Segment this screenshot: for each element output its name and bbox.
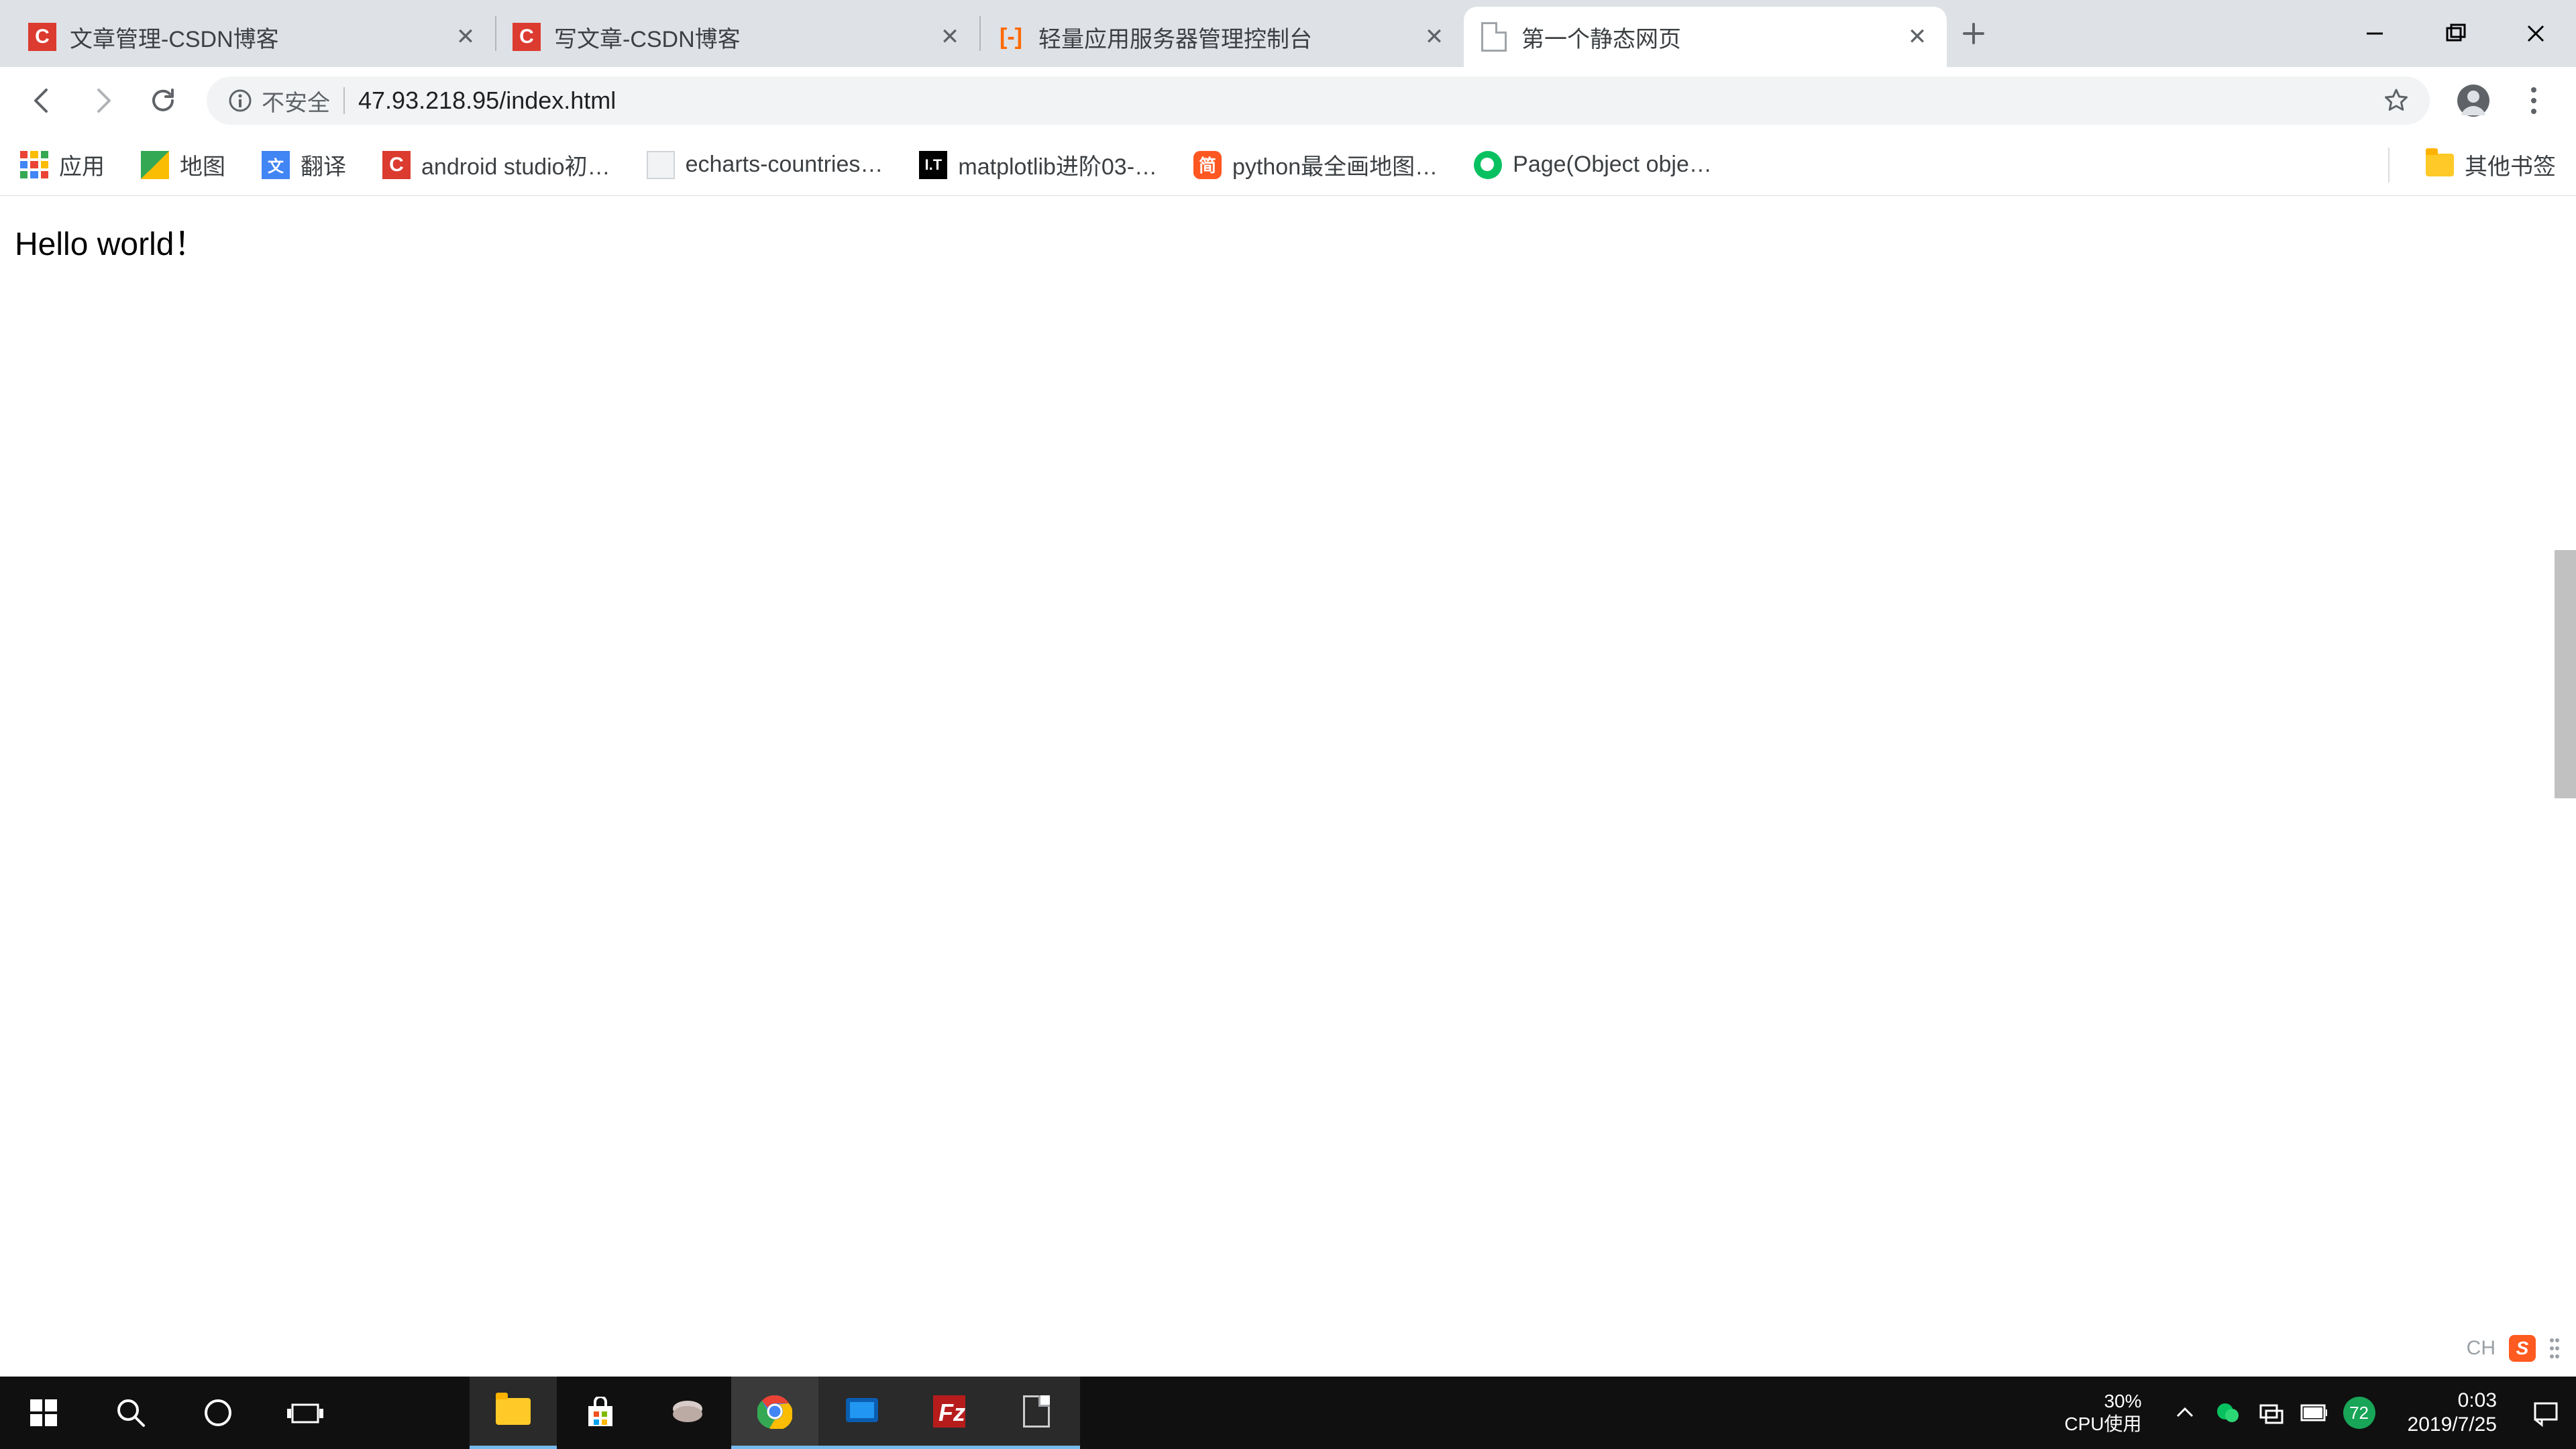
page-body-text: Hello world！ xyxy=(15,227,206,262)
close-icon[interactable]: ✕ xyxy=(452,23,479,50)
csdn-icon: C xyxy=(382,151,411,179)
bookmark-divider xyxy=(2388,148,2390,182)
omnibox-separator xyxy=(343,87,345,114)
csdn-icon: C xyxy=(513,23,541,51)
tab-title: 轻量应用服务器管理控制台 xyxy=(1038,21,1414,54)
start-button[interactable] xyxy=(0,1377,87,1449)
taskbar-app-filezilla[interactable]: Fz xyxy=(906,1377,993,1449)
taskbar-app-notepad[interactable] xyxy=(993,1377,1080,1449)
action-center-button[interactable] xyxy=(2516,1398,2576,1428)
close-window-button[interactable] xyxy=(2496,7,2576,60)
bookmark-item[interactable]: I.T matplotlib进阶03-… xyxy=(919,148,1157,181)
svg-text:Fz: Fz xyxy=(938,1399,965,1426)
bookmark-label: 其他书签 xyxy=(2465,148,2556,181)
page-viewport: Hello world！ xyxy=(0,196,2576,286)
system-tray: 72 xyxy=(2158,1397,2389,1429)
wechat-tray-icon[interactable] xyxy=(2214,1399,2241,1426)
close-icon[interactable]: ✕ xyxy=(1904,23,1931,50)
bookmark-label: Page(Object obje… xyxy=(1513,152,1712,178)
clock-time: 0:03 xyxy=(2408,1389,2497,1413)
window-controls xyxy=(2334,7,2576,60)
browser-tab-strip: C 文章管理-CSDN博客 ✕ C 写文章-CSDN博客 ✕ [-] 轻量应用服… xyxy=(0,0,2576,67)
close-icon[interactable]: ✕ xyxy=(1421,23,1448,50)
taskbar-app-store[interactable] xyxy=(557,1377,644,1449)
folder-icon xyxy=(2426,151,2454,179)
tab-title: 文章管理-CSDN博客 xyxy=(70,21,445,54)
taskbar-app-chrome[interactable] xyxy=(731,1377,818,1449)
temperature-badge[interactable]: 72 xyxy=(2343,1397,2375,1429)
aliyun-icon: [-] xyxy=(997,23,1025,51)
tab-title: 第一个静态网页 xyxy=(1521,21,1897,54)
cpu-percent: 30% xyxy=(2064,1390,2141,1413)
jianshu-icon: 简 xyxy=(1193,151,1222,179)
bookmark-item[interactable]: 简 python最全画地图… xyxy=(1193,148,1438,181)
bookmark-other[interactable]: 其他书签 xyxy=(2426,148,2556,181)
browser-tab-active[interactable]: 第一个静态网页 ✕ xyxy=(1464,7,1947,67)
maximize-button[interactable] xyxy=(2415,7,2496,60)
network-icon[interactable] xyxy=(2257,1399,2284,1426)
bookmarks-bar: 应用 地图 文 翻译 C android studio初… echarts-co… xyxy=(0,134,2576,196)
bookmark-item[interactable]: C android studio初… xyxy=(382,148,610,181)
tray-chevron-up-icon[interactable] xyxy=(2171,1399,2198,1426)
bookmark-maps[interactable]: 地图 xyxy=(141,148,225,181)
bookmark-label: python最全画地图… xyxy=(1232,148,1438,181)
taskbar-app-explorer[interactable] xyxy=(470,1377,557,1449)
bookmark-label: android studio初… xyxy=(421,148,610,181)
bookmark-label: 地图 xyxy=(180,148,225,181)
tab-title: 写文章-CSDN博客 xyxy=(554,21,930,54)
profile-button[interactable] xyxy=(2443,70,2504,131)
ime-label: CH xyxy=(2467,1337,2496,1360)
minimize-button[interactable] xyxy=(2334,7,2415,60)
task-view-button[interactable] xyxy=(262,1377,349,1449)
bookmark-item[interactable]: Page(Object obje… xyxy=(1474,151,1712,179)
address-bar[interactable]: 不安全 47.93.218.95/index.html xyxy=(207,76,2430,125)
battery-icon[interactable] xyxy=(2300,1399,2327,1426)
close-icon[interactable]: ✕ xyxy=(936,23,963,50)
bookmark-label: 应用 xyxy=(59,148,105,181)
bookmark-label: 翻译 xyxy=(301,148,346,181)
sogou-icon: S xyxy=(2509,1335,2536,1362)
bookmark-label: matplotlib进阶03-… xyxy=(958,148,1157,181)
taskbar-app-snipaste[interactable] xyxy=(644,1377,731,1449)
taskbar-clock[interactable]: 0:03 2019/7/25 xyxy=(2389,1389,2516,1437)
bookmark-apps[interactable]: 应用 xyxy=(20,148,105,181)
document-icon xyxy=(1480,23,1508,51)
cortana-button[interactable] xyxy=(174,1377,262,1449)
csdn-icon: C xyxy=(28,23,56,51)
translate-icon: 文 xyxy=(262,151,290,179)
apps-icon xyxy=(20,151,48,179)
package-icon xyxy=(647,151,675,179)
bookmark-translate[interactable]: 文 翻译 xyxy=(262,148,346,181)
bookmark-label: echarts-countries… xyxy=(686,152,883,178)
windows-taskbar: Fz 30% CPU使用 72 0:03 2019/7/25 xyxy=(0,1377,2576,1449)
browser-tab[interactable]: C 写文章-CSDN博客 ✕ xyxy=(496,7,979,67)
browser-toolbar: 不安全 47.93.218.95/index.html xyxy=(0,67,2576,134)
browser-tab[interactable]: C 文章管理-CSDN博客 ✕ xyxy=(12,7,495,67)
chrome-menu-button[interactable] xyxy=(2504,70,2564,131)
it-icon: I.T xyxy=(919,151,947,179)
maps-icon xyxy=(141,151,169,179)
ime-drag-icon xyxy=(2549,1335,2560,1362)
vertical-scrollbar[interactable] xyxy=(2555,550,2576,798)
bookmark-star-icon[interactable] xyxy=(2383,87,2410,114)
ime-indicator[interactable]: CH S xyxy=(2467,1335,2560,1362)
taskbar-app-control-panel[interactable] xyxy=(818,1377,906,1449)
browser-tab[interactable]: [-] 轻量应用服务器管理控制台 ✕ xyxy=(981,7,1464,67)
clock-date: 2019/7/25 xyxy=(2408,1413,2497,1437)
reload-button[interactable] xyxy=(133,70,193,131)
url-text: 47.93.218.95/index.html xyxy=(358,87,2383,115)
new-tab-button[interactable] xyxy=(1947,9,2000,58)
cpu-usage-widget[interactable]: 30% CPU使用 xyxy=(2048,1390,2157,1436)
cpu-label: CPU使用 xyxy=(2064,1413,2141,1436)
search-button[interactable] xyxy=(87,1377,174,1449)
back-button[interactable] xyxy=(12,70,72,131)
bookmark-item[interactable]: echarts-countries… xyxy=(647,151,883,179)
forward-button[interactable] xyxy=(72,70,133,131)
security-label: 不安全 xyxy=(262,85,330,117)
wechat-icon xyxy=(1474,151,1502,179)
site-info-icon[interactable] xyxy=(227,87,254,114)
